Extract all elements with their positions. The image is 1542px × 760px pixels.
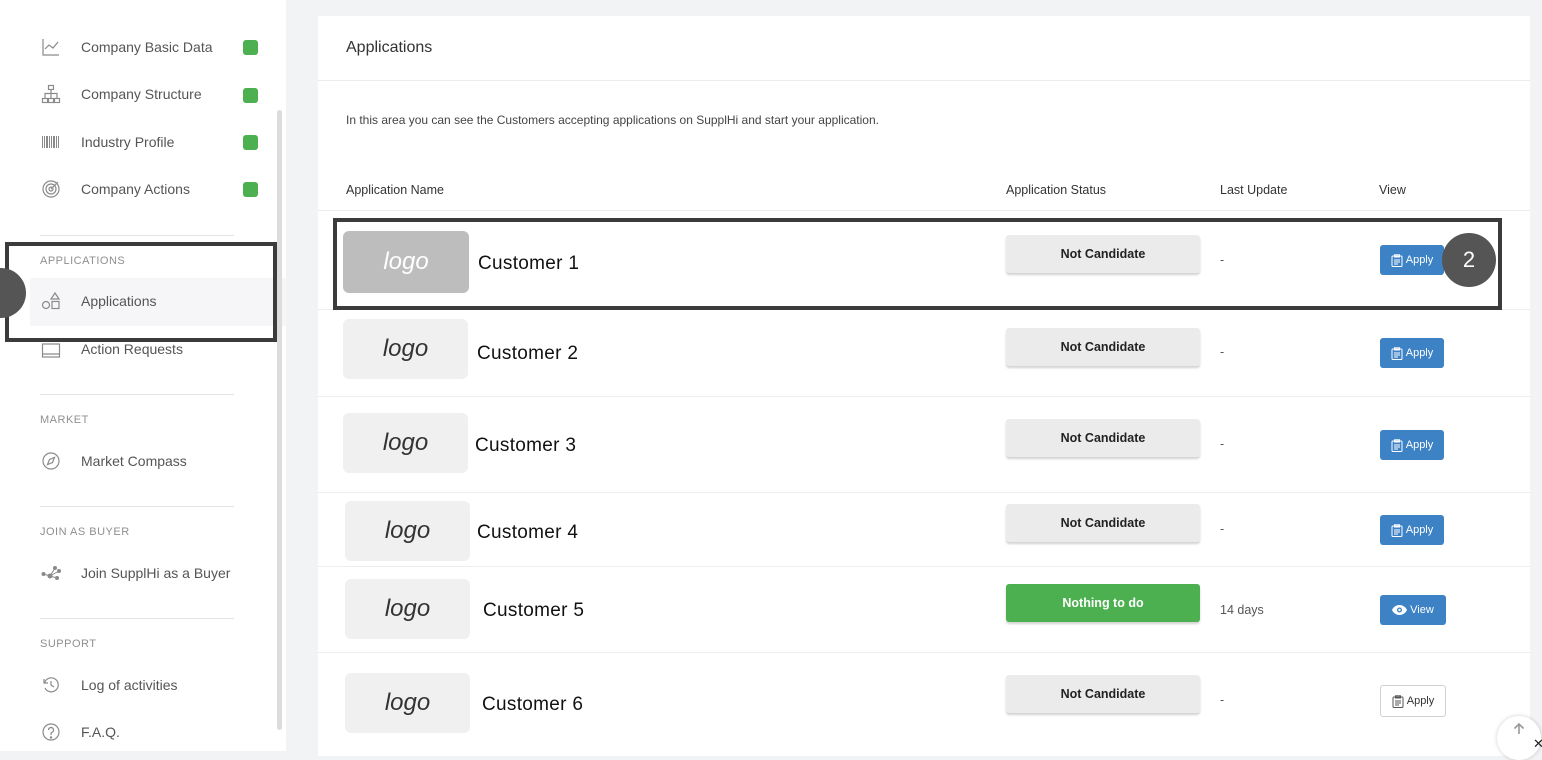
status-badge: Not Candidate [1006,504,1200,542]
help-icon [40,722,62,742]
sidebar-item-label: Join SupplHi as a Buyer [81,565,231,581]
network-icon [40,563,62,583]
divider [40,394,234,395]
clipboard-icon [1392,694,1404,708]
sidebar-item-label: Log of activities [81,677,178,693]
sidebar: Company Basic Data Company Structure Ind… [0,0,286,751]
apply-button[interactable]: Apply [1380,515,1444,545]
compass-icon [40,451,62,471]
view-label: View [1410,604,1434,616]
last-update: 14 days [1220,603,1264,617]
sidebar-item-label: Action Requests [81,341,183,357]
customer-logo: logo [345,579,470,639]
inbox-icon [40,339,62,359]
last-update: - [1220,345,1225,359]
status-badge: Not Candidate [1006,419,1200,457]
sidebar-item-join-buyer[interactable]: Join SupplHi as a Buyer [40,558,270,588]
apply-button[interactable]: Apply [1380,685,1446,717]
complete-indicator [243,88,258,103]
apply-button[interactable]: Apply [1380,430,1444,460]
complete-indicator [243,40,258,55]
target-icon [40,179,62,199]
customer-name: Customer 6 [482,694,584,715]
apply-label: Apply [1406,695,1435,707]
status-badge: Not Candidate [1006,328,1200,366]
divider [40,506,234,507]
column-header-view: View [1379,183,1406,197]
close-icon[interactable]: ✕ [1533,736,1542,752]
page-title: Applications [346,39,433,56]
arrow-up-icon [1512,722,1526,741]
column-header-last-update: Last Update [1220,183,1288,197]
last-update: - [1220,522,1225,536]
customer-logo: logo [343,413,468,473]
sidebar-item-label: F.A.Q. [81,724,120,740]
divider [318,492,1530,493]
divider [40,618,234,619]
clipboard-icon [1391,523,1403,537]
complete-indicator [243,135,258,150]
sidebar-item-industry-profile[interactable]: Industry Profile [40,127,270,157]
column-header-status: Application Status [1006,183,1107,197]
sidebar-item-label: Company Basic Data [81,39,213,55]
last-update: - [1220,437,1225,451]
divider [318,396,1530,397]
apply-label: Apply [1405,524,1434,536]
page-description: In this area you can see the Customers a… [346,113,879,127]
customer-logo: logo [345,673,470,733]
chart-icon [40,37,62,57]
section-heading-support: SUPPORT [40,638,97,650]
customer-name: Customer 2 [477,343,579,364]
sidebar-item-company-structure[interactable]: Company Structure [40,79,270,109]
view-button[interactable]: View [1380,595,1446,625]
sidebar-item-label: Market Compass [81,453,187,469]
sidebar-item-market-compass[interactable]: Market Compass [40,446,270,476]
highlight-frame-customer-1 [333,218,1502,310]
sidebar-item-company-actions[interactable]: Company Actions [40,174,270,204]
section-heading-join: JOIN AS BUYER [40,526,130,538]
customer-logo: logo [345,501,470,561]
sidebar-item-log-activities[interactable]: Log of activities [40,670,270,700]
applications-panel: Applications In this area you can see th… [318,16,1530,756]
sidebar-item-company-basic-data[interactable]: Company Basic Data [40,32,270,62]
column-header-name: Application Name [346,183,444,197]
sidebar-item-label: Company Structure [81,86,202,102]
barcode-icon [40,132,62,152]
status-badge: Nothing to do [1006,584,1200,622]
sidebar-scrollbar[interactable] [277,110,282,730]
org-chart-icon [40,84,62,104]
apply-button[interactable]: Apply [1380,338,1444,368]
last-update: - [1220,693,1225,707]
sidebar-item-faq[interactable]: F.A.Q. [40,717,270,747]
highlight-frame-applications [5,242,277,342]
clipboard-icon [1391,346,1403,360]
clipboard-icon [1391,438,1403,452]
customer-name: Customer 4 [477,522,579,543]
step-marker: 2 [1442,233,1496,287]
status-badge: Not Candidate [1006,675,1200,713]
divider [318,566,1530,567]
divider [40,235,234,236]
customer-name: Customer 5 [483,600,585,621]
customer-logo: logo [343,319,468,379]
sidebar-item-label: Industry Profile [81,134,175,150]
apply-label: Apply [1405,347,1434,359]
eye-icon [1392,604,1408,617]
sidebar-item-label: Company Actions [81,181,190,197]
customer-name: Customer 3 [475,435,577,456]
apply-label: Apply [1405,439,1434,451]
history-icon [40,675,62,695]
section-heading-market: MARKET [40,414,89,426]
complete-indicator [243,182,258,197]
divider [318,210,1530,211]
divider [318,80,1530,81]
divider [318,652,1530,653]
